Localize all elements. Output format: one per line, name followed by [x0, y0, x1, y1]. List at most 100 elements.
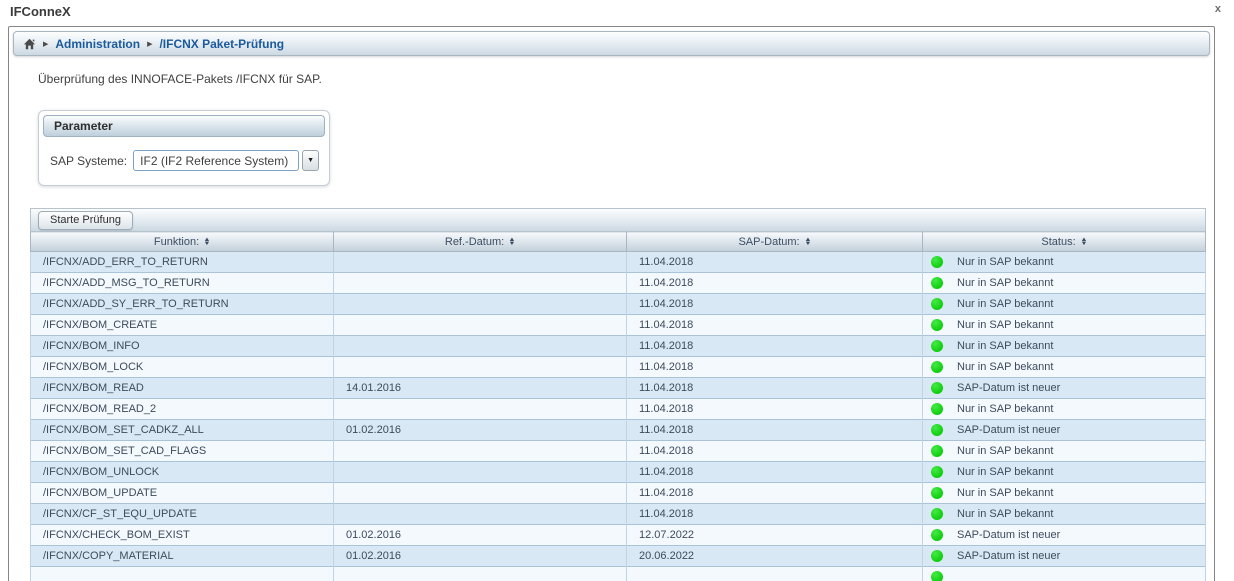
breadcrumb: ▶ Administration ▶ /IFCNX Paket-Prüfung: [13, 31, 1210, 56]
status-ok-icon: [931, 529, 943, 541]
home-icon[interactable]: [23, 38, 36, 50]
close-icon[interactable]: x: [1215, 3, 1221, 15]
chevron-down-icon: ▼: [307, 157, 314, 164]
table-row[interactable]: /IFCNX/BOM_INFO11.04.2018Nur in SAP beka…: [31, 336, 1206, 357]
cell-funktion: /IFCNX/BOM_LOCK: [31, 357, 334, 378]
status-ok-icon: [931, 571, 943, 581]
cell-ref-datum: 01.02.2016: [334, 420, 627, 441]
cell-sap-datum: 11.04.2018: [627, 462, 923, 483]
column-header-label: Status:: [1041, 236, 1075, 248]
cell-status: Nur in SAP bekannt: [923, 273, 1206, 294]
cell-funktion: /IFCNX/BOM_SET_CADKZ_ALL: [31, 420, 334, 441]
table-header-row: Funktion: ▲▼ Ref.-Datum:▲▼ SAP-Datum: ▲▼ S…: [31, 232, 1206, 252]
cell-funktion: [31, 567, 334, 581]
status-text: Nur in SAP bekannt: [957, 277, 1053, 289]
table-row[interactable]: /IFCNX/ADD_SY_ERR_TO_RETURN11.04.2018Nur…: [31, 294, 1206, 315]
cell-ref-datum: 14.01.2016: [334, 378, 627, 399]
table-row[interactable]: /IFCNX/BOM_UPDATE11.04.2018Nur in SAP be…: [31, 483, 1206, 504]
cell-funktion: /IFCNX/ADD_ERR_TO_RETURN: [31, 252, 334, 273]
cell-status: SAP-Datum ist neuer: [923, 420, 1206, 441]
cell-ref-datum: [334, 567, 627, 581]
table-row[interactable]: /IFCNX/BOM_SET_CAD_FLAGS11.04.2018Nur in…: [31, 441, 1206, 462]
start-check-button[interactable]: Starte Prüfung: [38, 211, 133, 230]
cell-status: Nur in SAP bekannt: [923, 315, 1206, 336]
status-text: SAP-Datum ist neuer: [957, 382, 1060, 394]
table-row[interactable]: /IFCNX/BOM_UNLOCK11.04.2018Nur in SAP be…: [31, 462, 1206, 483]
cell-funktion: /IFCNX/COPY_MATERIAL: [31, 546, 334, 567]
column-header-funktion[interactable]: Funktion: ▲▼: [31, 232, 334, 252]
status-ok-icon: [931, 277, 943, 289]
table-row[interactable]: /IFCNX/BOM_READ_2 11.04.2018Nur in SAP be…: [31, 399, 1206, 420]
cell-status: Nur in SAP bekannt: [923, 399, 1206, 420]
sort-icon[interactable]: ▲▼: [509, 238, 515, 246]
page-content: Überprüfung des INNOFACE-Pakets /IFCNX f…: [30, 72, 1206, 581]
column-header-label: Funktion:: [154, 236, 199, 248]
cell-sap-datum: 11.04.2018: [627, 420, 923, 441]
cell-ref-datum: [334, 504, 627, 525]
sort-icon[interactable]: ▲▼: [1081, 238, 1087, 246]
status-text: Nur in SAP bekannt: [957, 256, 1053, 268]
cell-status: SAP-Datum ist neuer: [923, 546, 1206, 567]
status-ok-icon: [931, 361, 943, 373]
cell-ref-datum: [334, 399, 627, 420]
cell-sap-datum: 11.04.2018: [627, 399, 923, 420]
column-header-status[interactable]: Status: ▲▼: [923, 232, 1206, 252]
status-text: Nur in SAP bekannt: [957, 298, 1053, 310]
cell-funktion: /IFCNX/BOM_SET_CAD_FLAGS: [31, 441, 334, 462]
status-ok-icon: [931, 508, 943, 520]
sort-icon[interactable]: ▲▼: [805, 238, 811, 246]
status-text: Nur in SAP bekannt: [957, 487, 1053, 499]
cell-status: Nur in SAP bekannt: [923, 504, 1206, 525]
cell-funktion: /IFCNX/ADD_SY_ERR_TO_RETURN: [31, 294, 334, 315]
table-row[interactable]: /IFCNX/COPY_MATERIAL01.02.201620.06.2022…: [31, 546, 1206, 567]
column-header-ref-datum[interactable]: Ref.-Datum:▲▼: [334, 232, 627, 252]
titlebar: IFConneX x: [0, 0, 1234, 26]
sort-icon[interactable]: ▲▼: [204, 238, 210, 246]
status-text: Nur in SAP bekannt: [957, 466, 1053, 478]
cell-ref-datum: 01.02.2016: [334, 546, 627, 567]
cell-sap-datum: 11.04.2018: [627, 336, 923, 357]
cell-funktion: /IFCNX/BOM_READ: [31, 378, 334, 399]
table-row[interactable]: /IFCNX/CF_ST_EQU_UPDATE11.04.2018Nur in …: [31, 504, 1206, 525]
cell-status: Nur in SAP bekannt: [923, 483, 1206, 504]
status-ok-icon: [931, 256, 943, 268]
cell-sap-datum: [627, 567, 923, 581]
breadcrumb-item-paket-pruefung[interactable]: /IFCNX Paket-Prüfung: [159, 37, 284, 51]
cell-funktion: /IFCNX/BOM_READ_2: [31, 399, 334, 420]
cell-sap-datum: 11.04.2018: [627, 273, 923, 294]
cell-funktion: /IFCNX/CHECK_BOM_EXIST: [31, 525, 334, 546]
table-toolbar: Starte Prüfung: [30, 208, 1206, 231]
status-ok-icon: [931, 319, 943, 331]
cell-status: SAP-Datum ist neuer: [923, 378, 1206, 399]
column-header-sap-datum[interactable]: SAP-Datum: ▲▼: [627, 232, 923, 252]
sap-systems-dropdown-button[interactable]: ▼: [302, 150, 319, 171]
table-row[interactable]: /IFCNX/CHECK_BOM_EXIST01.02.201612.07.20…: [31, 525, 1206, 546]
parameter-panel-body: SAP Systeme: IF2 (IF2 Reference System) …: [43, 137, 325, 181]
main-panel: ▶ Administration ▶ /IFCNX Paket-Prüfung …: [8, 26, 1215, 581]
table-row[interactable]: /IFCNX/BOM_SET_CADKZ_ALL01.02.201611.04.…: [31, 420, 1206, 441]
breadcrumb-item-administration[interactable]: Administration: [55, 37, 140, 51]
cell-sap-datum: 20.06.2022: [627, 546, 923, 567]
cell-sap-datum: 12.07.2022: [627, 525, 923, 546]
app-title: IFConneX: [10, 4, 71, 19]
cell-ref-datum: [334, 336, 627, 357]
cell-sap-datum: 11.04.2018: [627, 315, 923, 336]
breadcrumb-separator-icon: ▶: [147, 39, 152, 48]
breadcrumb-separator-icon: ▶: [43, 39, 48, 48]
cell-ref-datum: [334, 273, 627, 294]
cell-sap-datum: 11.04.2018: [627, 483, 923, 504]
status-text: Nur in SAP bekannt: [957, 508, 1053, 520]
status-text: Nur in SAP bekannt: [957, 319, 1053, 331]
cell-ref-datum: [334, 315, 627, 336]
table-row[interactable]: [31, 567, 1206, 581]
table-row[interactable]: /IFCNX/ADD_ERR_TO_RETURN11.04.2018Nur in…: [31, 252, 1206, 273]
sap-systems-select[interactable]: IF2 (IF2 Reference System): [133, 150, 299, 171]
table-row[interactable]: /IFCNX/ADD_MSG_TO_RETURN11.04.2018Nur in…: [31, 273, 1206, 294]
status-ok-icon: [931, 403, 943, 415]
column-header-label: SAP-Datum:: [738, 236, 799, 248]
cell-ref-datum: [334, 441, 627, 462]
table-row[interactable]: /IFCNX/BOM_LOCK11.04.2018Nur in SAP beka…: [31, 357, 1206, 378]
table-row[interactable]: /IFCNX/BOM_CREATE11.04.2018Nur in SAP be…: [31, 315, 1206, 336]
table-row[interactable]: /IFCNX/BOM_READ14.01.201611.04.2018SAP-D…: [31, 378, 1206, 399]
status-ok-icon: [931, 298, 943, 310]
